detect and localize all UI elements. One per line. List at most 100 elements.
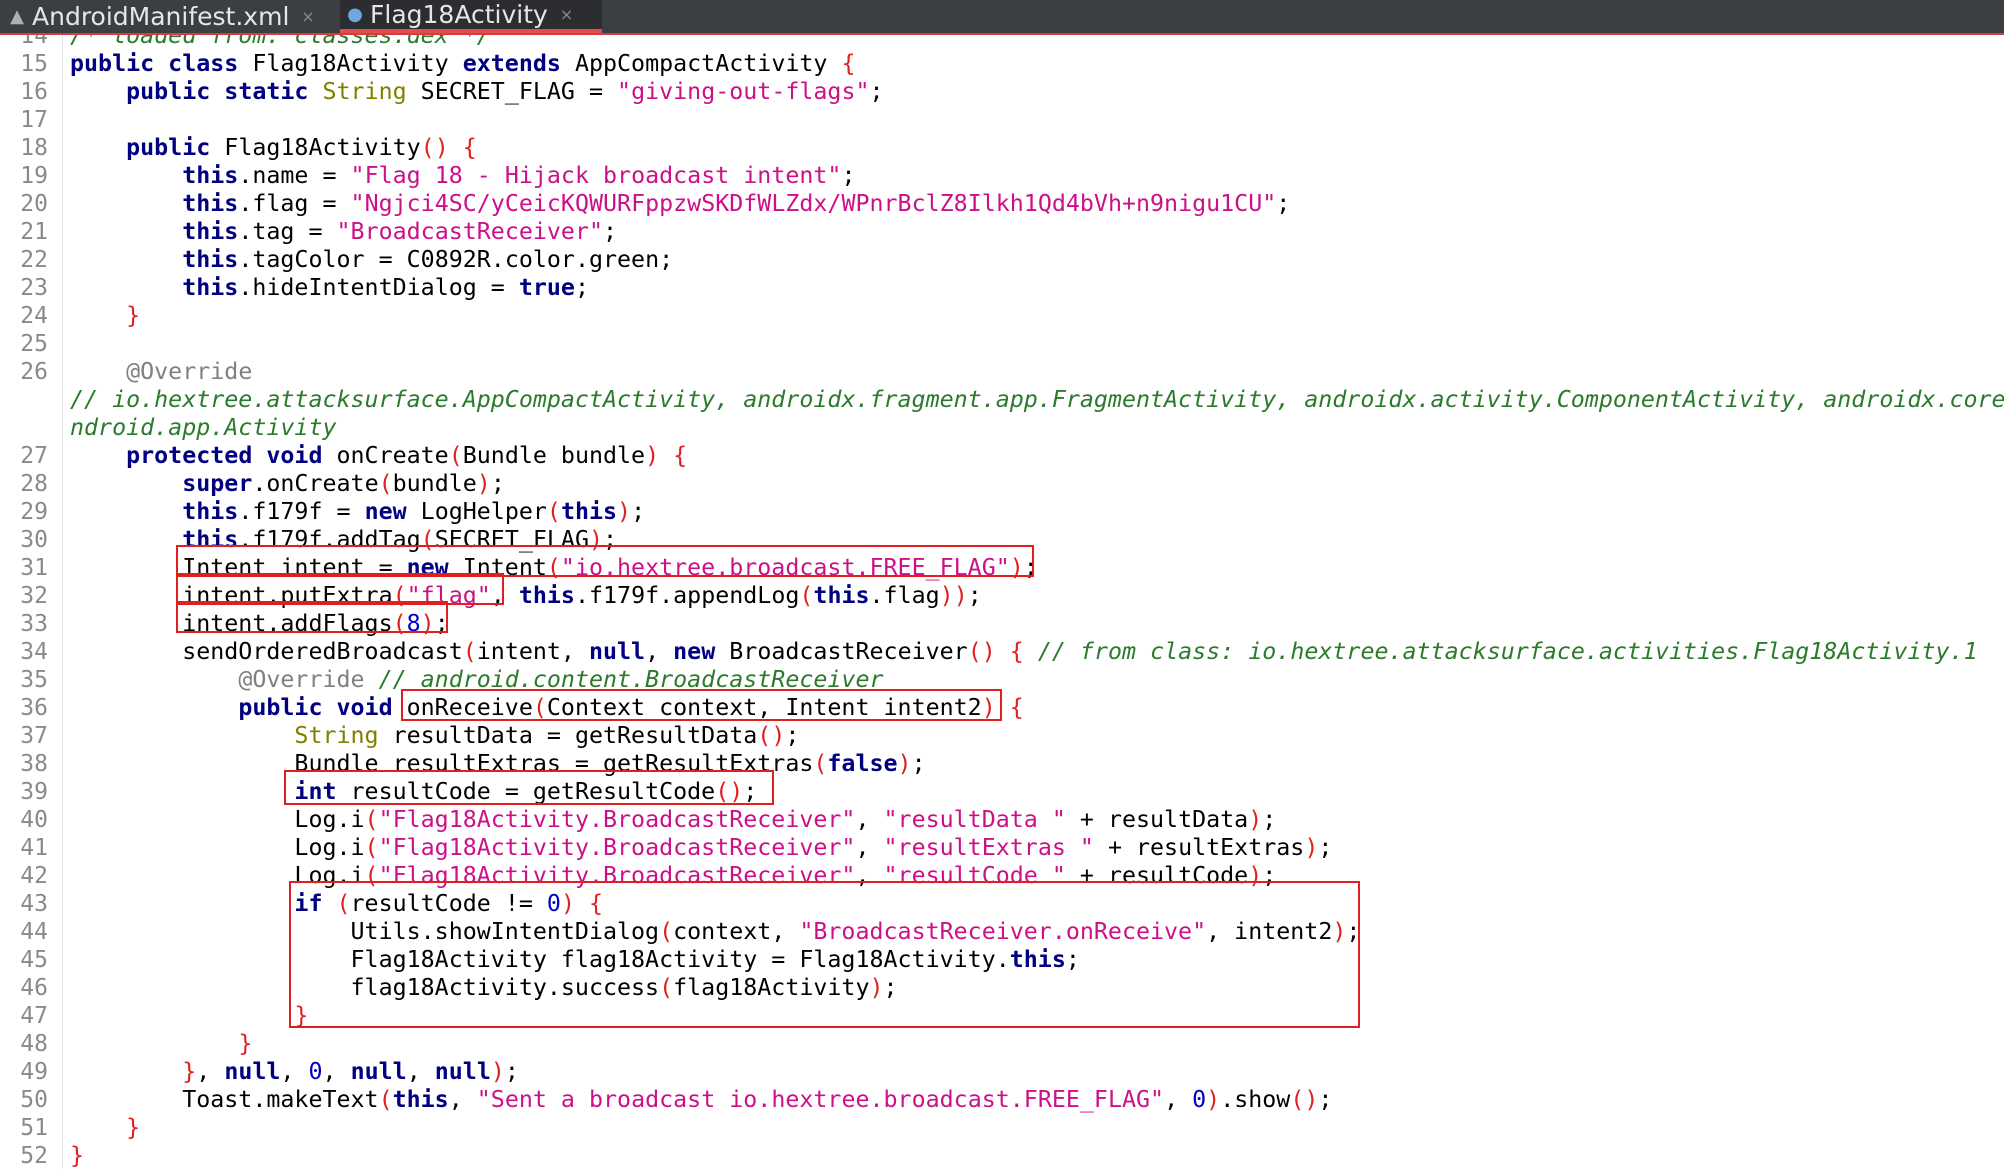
tab-flag18activity[interactable]: ● Flag18Activity ×	[340, 0, 602, 33]
code-token: ,	[322, 1058, 351, 1085]
code-token: )	[1009, 554, 1024, 581]
code-token: .flag =	[238, 190, 351, 217]
code-token: "Flag18Activity.BroadcastReceiver"	[378, 862, 856, 889]
code-line: 16 public static String SECRET_FLAG = "g…	[0, 78, 2004, 106]
close-tab-icon[interactable]: ×	[560, 5, 573, 24]
code-token: )	[1248, 862, 1263, 889]
code-text: int resultCode = getResultCode();	[70, 778, 757, 806]
code-text: flag18Activity.success(flag18Activity);	[70, 974, 898, 1002]
code-token: (	[364, 806, 379, 833]
code-line: 22 this.tagColor = C0892R.color.green;	[0, 246, 2004, 274]
code-token: context,	[673, 918, 800, 945]
code-token: "Flag18Activity.BroadcastReceiver"	[378, 806, 856, 833]
code-line: 30 this.f179f.addTag(SECRET_FLAG);	[0, 526, 2004, 554]
code-token: resultCode !=	[350, 890, 547, 917]
code-token: public class	[70, 50, 253, 77]
code-token: ) {	[645, 442, 688, 469]
code-token: (	[336, 890, 351, 917]
code-token: Log.i	[70, 806, 365, 833]
code-token: null	[434, 1058, 491, 1085]
code-token: }	[70, 1142, 85, 1169]
line-number: 38	[20, 751, 48, 777]
code-token: AppCompactActivity	[574, 50, 842, 77]
code-token: public void	[238, 694, 407, 721]
code-text: this.name = "Flag 18 - Hijack broadcast …	[70, 162, 855, 190]
code-token: "BroadcastReceiver.onReceive"	[799, 918, 1207, 945]
code-token: this	[182, 274, 239, 301]
code-token: (	[378, 1086, 393, 1113]
code-token: .show	[1220, 1086, 1291, 1113]
code-token: .tag =	[238, 218, 337, 245]
xml-file-icon: ▲	[10, 6, 24, 27]
code-token: ;	[869, 78, 884, 105]
tab-android-manifest[interactable]: ▲ AndroidManifest.xml ×	[2, 0, 337, 33]
line-number: 29	[20, 499, 48, 525]
code-text: Log.i("Flag18Activity.BroadcastReceiver"…	[70, 834, 1332, 862]
line-number: 52	[20, 1143, 48, 1169]
code-line: 17	[0, 106, 2004, 134]
code-token: .f179f =	[238, 498, 365, 525]
code-token: sendOrderedBroadcast	[70, 638, 463, 665]
code-token: ;	[1262, 862, 1277, 889]
code-text: protected void onCreate(Bundle bundle) {	[70, 442, 687, 470]
code-line: 27 protected void onCreate(Bundle bundle…	[0, 442, 2004, 470]
code-token: ))	[939, 582, 968, 609]
code-token: ) {	[981, 694, 1024, 721]
code-line: 18 public Flag18Activity() {	[0, 134, 2004, 162]
code-token: )	[897, 750, 912, 777]
code-text: this.flag = "Ngjci4SC/yCeicKQWURFppzwSKD…	[70, 190, 1290, 218]
code-token: ;	[1262, 806, 1277, 833]
code-text: }	[70, 1142, 84, 1169]
line-number: 49	[20, 1059, 48, 1085]
code-text: this.hideIntentDialog = true;	[70, 274, 589, 302]
code-token: 0	[308, 1058, 323, 1085]
code-token: ;	[883, 974, 898, 1001]
code-token: // android.content.BroadcastReceiver	[378, 666, 884, 693]
code-token: (	[546, 554, 561, 581]
code-token: .f179f.appendLog	[574, 582, 800, 609]
close-tab-icon[interactable]: ×	[301, 7, 314, 26]
code-text: @Override // android.content.BroadcastRe…	[70, 666, 884, 694]
code-token: Context context, Intent intent2	[546, 694, 982, 721]
code-token: (	[364, 834, 379, 861]
line-number: 21	[20, 219, 48, 245]
code-token: (	[364, 862, 379, 889]
code-token: SECRET_FLAG =	[420, 78, 618, 105]
code-token: // from class: io.hextree.attacksurface.…	[1037, 638, 1978, 665]
code-token: ;	[574, 274, 589, 301]
code-token: .tagColor = C0892R.color.green;	[238, 246, 674, 273]
code-token: "Flag 18 - Hijack broadcast intent"	[350, 162, 842, 189]
code-token: public static	[126, 78, 323, 105]
code-token: SECRET_FLAG	[434, 526, 589, 553]
code-token: Log.i	[70, 862, 365, 889]
code-token: (	[813, 750, 828, 777]
code-token: ;	[504, 1058, 519, 1085]
code-token: if	[294, 890, 337, 917]
code-editor[interactable]: 14 /* loaded from: classes.dex */ 15 public…	[0, 35, 2004, 1169]
code-line: 25	[0, 330, 2004, 358]
java-class-icon: ●	[347, 4, 363, 25]
code-token: )	[1332, 918, 1347, 945]
code-token: "resultData "	[883, 806, 1066, 833]
code-token: ;	[1318, 834, 1333, 861]
code-text: }	[70, 1030, 252, 1058]
code-token: ;	[785, 722, 800, 749]
code-token: ;	[967, 582, 982, 609]
code-text: Log.i("Flag18Activity.BroadcastReceiver"…	[70, 806, 1276, 834]
code-token: }	[126, 1114, 141, 1141]
line-number: 16	[20, 79, 48, 105]
code-token: this	[518, 582, 575, 609]
code-token: (	[392, 610, 407, 637]
code-token: /* loaded from: classes.dex */	[70, 35, 491, 49]
code-text: // io.hextree.attacksurface.AppCompactAc…	[70, 386, 2004, 414]
